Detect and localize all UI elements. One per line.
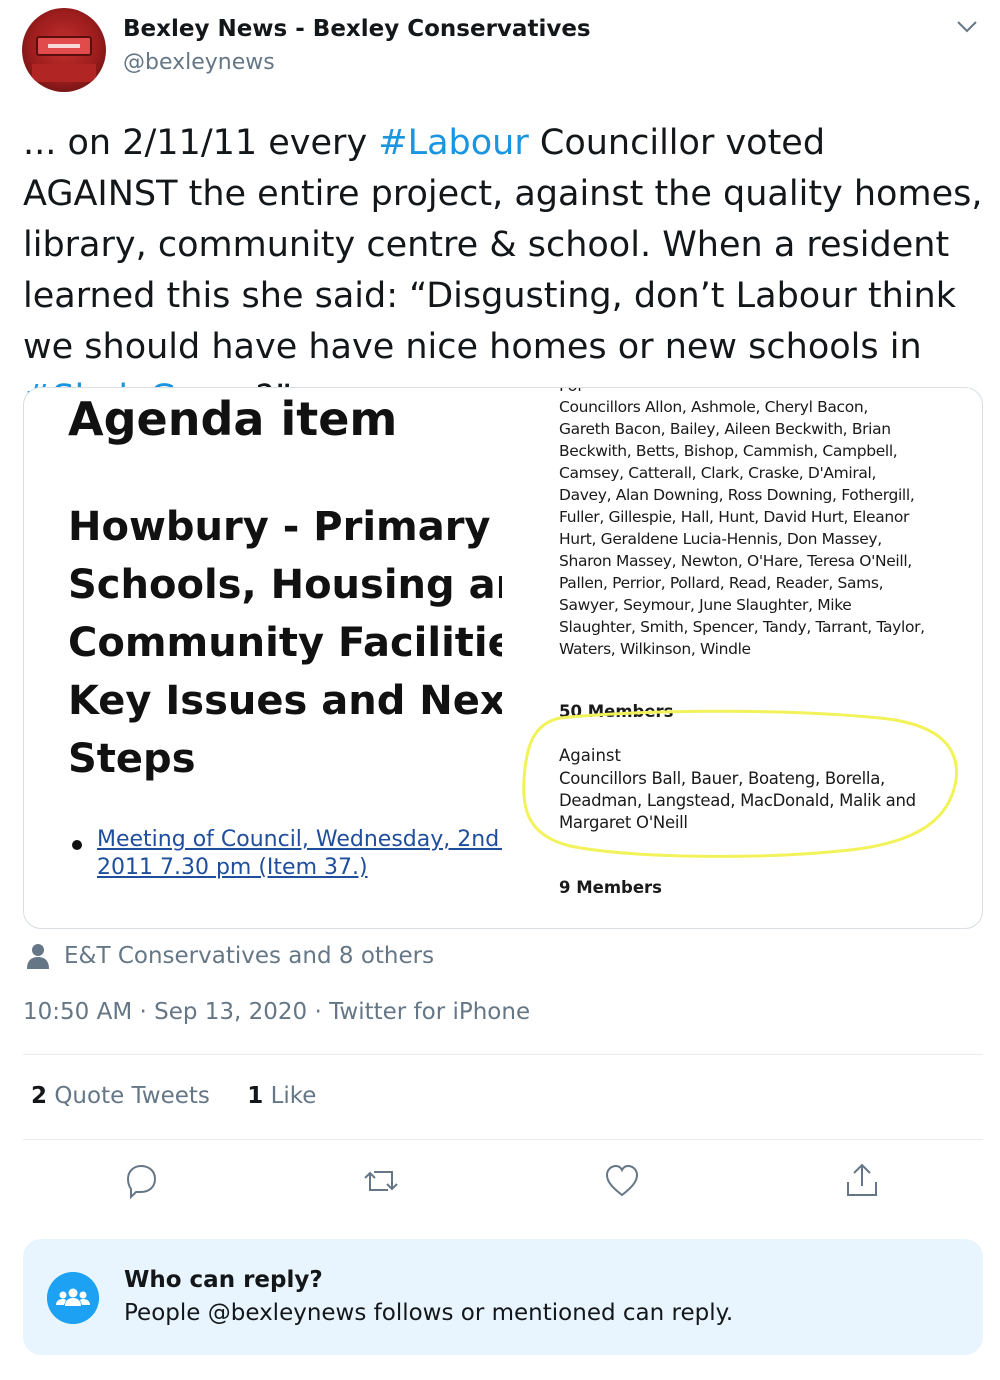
for-names-line: Pallen, Perrior, Pollard, Read, Reader, … — [559, 574, 884, 592]
agenda-heading-line: Community Facilities — [68, 620, 502, 666]
quote-count: 2 — [31, 1083, 48, 1109]
agenda-heading-line: Schools, Housing and — [68, 562, 502, 608]
meeting-link: Meeting of Council, Wednesday, 2nd Novem… — [97, 826, 502, 882]
avatar-sign-graphic — [36, 36, 92, 56]
divider — [23, 1139, 983, 1140]
stats-row: 2 Quote Tweets 1 Like — [31, 1083, 346, 1109]
hashtag-labour-link[interactable]: #Labour — [378, 123, 528, 163]
meeting-link-line: 2011 7.30 pm (Item 37.) — [97, 855, 368, 880]
tweet-text-segment: ... on 2/11/11 every — [23, 123, 379, 163]
social-context[interactable]: E&T Conservatives and 8 others — [26, 941, 434, 971]
avatar-base-graphic — [32, 64, 96, 82]
timestamp-row: 10:50 AM · Sep 13, 2020 · Twitter for iP… — [23, 999, 530, 1025]
agenda-heading-line: Howbury - Primary — [68, 504, 491, 550]
agenda-heading: Howbury - Primary Schools, Housing and C… — [68, 498, 502, 788]
quote-label: Quote Tweets — [54, 1083, 210, 1109]
tweet-text: ... on 2/11/11 every #Labour Councillor … — [23, 118, 983, 424]
tweet-time[interactable]: 10:50 AM — [23, 999, 132, 1025]
meeting-link-line: Meeting of Council, Wednesday, 2nd Novem… — [97, 827, 502, 852]
tweet-media-image[interactable]: Agenda item Howbury - Primary Schools, H… — [23, 387, 983, 929]
agenda-document-left: Agenda item Howbury - Primary Schools, H… — [68, 388, 502, 928]
for-names-line: Sawyer, Seymour, June Slaughter, Mike — [559, 596, 852, 614]
chevron-down-icon[interactable] — [954, 16, 980, 38]
for-label: For — [559, 388, 584, 395]
reply-icon[interactable] — [122, 1162, 160, 1200]
against-label: Against — [559, 746, 621, 765]
for-names-line: Councillors Allon, Ashmole, Cheryl Bacon… — [559, 398, 868, 416]
divider — [23, 1054, 983, 1055]
for-names-line: Waters, Wilkinson, Windle — [559, 640, 751, 658]
social-context-text: E&T Conservatives and 8 others — [64, 943, 435, 969]
for-names-line: Gareth Bacon, Bailey, Aileen Beckwith, B… — [559, 420, 891, 438]
list-bullet — [72, 840, 82, 850]
avatar[interactable] — [22, 8, 106, 92]
vote-record: For Councillors Allon, Ashmole, Cheryl B… — [559, 388, 959, 928]
separator: · — [307, 999, 330, 1025]
who-can-reply-subtitle: People @bexleynews follows or mentioned … — [124, 1300, 734, 1326]
people-icon — [47, 1272, 99, 1324]
against-count: 9 Members — [559, 878, 662, 897]
who-can-reply-box: Who can reply? People @bexleynews follow… — [23, 1239, 983, 1355]
retweet-icon[interactable] — [362, 1162, 400, 1200]
for-names-line: Beckwith, Betts, Bishop, Cammish, Campbe… — [559, 442, 898, 460]
agenda-heading-line: Key Issues and Next — [68, 678, 502, 724]
for-count: 50 Members — [559, 702, 674, 721]
tweet-date[interactable]: Sep 13, 2020 — [154, 999, 307, 1025]
who-can-reply-title: Who can reply? — [124, 1267, 323, 1293]
for-names-line: Davey, Alan Downing, Ross Downing, Fothe… — [559, 486, 915, 504]
author-handle[interactable]: @bexleynews — [123, 50, 275, 75]
agenda-title: Agenda item — [68, 392, 398, 446]
tweet-source[interactable]: Twitter for iPhone — [329, 999, 530, 1025]
like-count: 1 — [247, 1083, 264, 1109]
share-icon[interactable] — [843, 1162, 881, 1200]
like-icon[interactable] — [603, 1162, 641, 1200]
for-names-line: Sharon Massey, Newton, O'Hare, Teresa O'… — [559, 552, 912, 570]
against-names-line: Margaret O'Neill — [559, 813, 688, 832]
for-names-line: Fuller, Gillespie, Hall, Hunt, David Hur… — [559, 508, 909, 526]
for-names-line: Slaughter, Smith, Spencer, Tandy, Tarran… — [559, 618, 925, 636]
separator: · — [132, 999, 155, 1025]
likes-stat[interactable]: 1 Like — [247, 1083, 316, 1109]
against-names-line: Councillors Ball, Bauer, Boateng, Borell… — [559, 769, 885, 788]
quote-tweets-stat[interactable]: 2 Quote Tweets — [31, 1083, 210, 1109]
like-label: Like — [270, 1083, 317, 1109]
for-names-line: Camsey, Catterall, Clark, Craske, D'Amir… — [559, 464, 877, 482]
against-names: Councillors Ball, Bauer, Boateng, Borell… — [559, 768, 954, 834]
for-names-line: Hurt, Geraldene Lucia-Hennis, Don Massey… — [559, 530, 882, 548]
agenda-heading-line: Steps — [68, 736, 196, 782]
person-icon — [27, 944, 49, 969]
author-display-name[interactable]: Bexley News - Bexley Conservatives — [123, 16, 591, 42]
for-names: Councillors Allon, Ashmole, Cheryl Bacon… — [559, 396, 954, 660]
against-names-line: Deadman, Langstead, MacDonald, Malik and — [559, 791, 916, 810]
